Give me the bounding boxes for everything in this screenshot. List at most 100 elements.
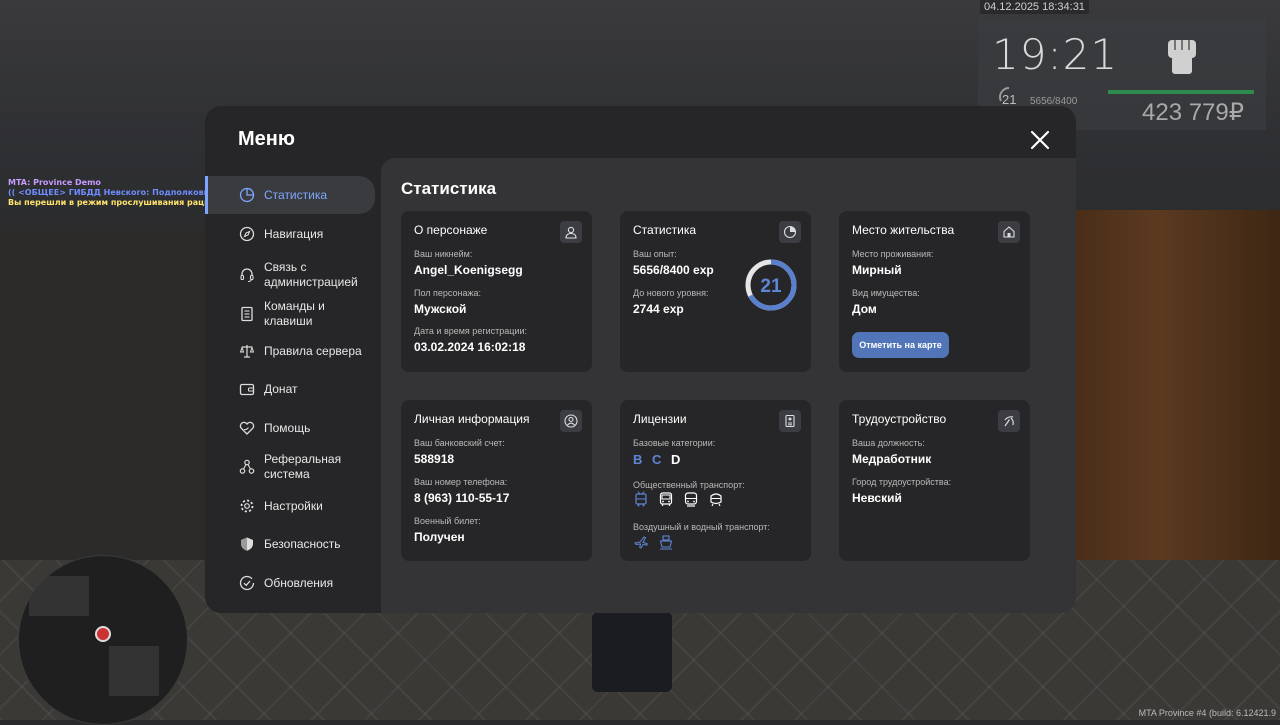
compass-icon [238, 225, 256, 243]
trolleybus-icon [635, 491, 647, 507]
player-marker-icon [95, 626, 111, 642]
close-button[interactable] [1029, 129, 1051, 151]
property-type-value: Дом [852, 302, 877, 316]
card-character: О персонаже Ваш никнейм: Angel_Koenigseg… [401, 211, 592, 372]
sidebar-item-rules[interactable]: Правила сервера [205, 341, 375, 361]
sidebar-item-security[interactable]: Безопасность [205, 534, 375, 554]
ship-icon [659, 535, 673, 550]
minimap-block [29, 576, 89, 616]
card-title: Личная информация [414, 412, 530, 426]
sidebar-item-label: Реферальная система [264, 452, 342, 481]
military-value: Получен [414, 530, 465, 544]
card-title: Статистика [633, 223, 697, 237]
air-water-transport-label: Воздушный и водный транспорт: [633, 522, 770, 532]
page-title: Статистика [401, 179, 497, 198]
air-water-transport-icons [633, 534, 674, 550]
card-residence: Место жительства Место проживания: Мирны… [839, 211, 1030, 372]
content-panel: Статистика О персонаже Ваш никнейм: Ange… [381, 158, 1076, 613]
hud-clock: 19:21 [992, 30, 1119, 79]
card-title: Трудоустройство [852, 412, 947, 426]
sidebar-item-referral[interactable]: Реферальная система [205, 450, 375, 484]
sidebar-item-label: Связь с администрацией [264, 260, 358, 289]
public-transport-label: Общественный транспорт: [633, 480, 745, 490]
heart-hand-icon [238, 419, 256, 437]
gear-icon [238, 497, 256, 515]
job-city-label: Город трудоустройства: [852, 477, 952, 487]
menu-title: Меню [238, 128, 295, 150]
residence-label: Место проживания: [852, 249, 934, 259]
scales-icon [238, 342, 256, 360]
property-type-label: Вид имущества: [852, 288, 920, 298]
position-label: Ваша должность: [852, 438, 925, 448]
sidebar-item-label: Команды и клавиши [264, 299, 325, 328]
sidebar-item-settings[interactable]: Настройки [205, 496, 375, 516]
sidebar-item-label: Настройки [264, 498, 323, 513]
card-title: О персонаже [414, 223, 488, 237]
exp-label: Ваш опыт: [633, 249, 677, 259]
position-value: Медработник [852, 452, 932, 466]
sidebar-item-updates[interactable]: Обновления [205, 573, 375, 593]
card-title: Лицензии [633, 412, 687, 426]
tram-icon [684, 492, 698, 507]
minimap [18, 555, 188, 725]
sidebar-item-label: Донат [264, 381, 298, 396]
exp-value: 5656/8400 exp [633, 263, 714, 277]
bus-icon [659, 492, 673, 506]
home-icon [998, 221, 1020, 243]
pie-chart-icon [779, 221, 801, 243]
sidebar-item-label: Статистика [264, 187, 328, 202]
license-category-c: C [652, 452, 662, 467]
airplane-icon [634, 536, 648, 549]
user-circle-icon [560, 410, 582, 432]
sidebar-item-donate[interactable]: Донат [205, 379, 375, 399]
document-icon [238, 305, 256, 323]
license-category-b: B [633, 452, 643, 467]
sidebar-item-label: Правила сервера [264, 343, 362, 358]
registration-label: Дата и время регистрации: [414, 326, 527, 336]
sidebar-item-commands[interactable]: Команды и клавиши [205, 297, 375, 331]
check-circle-icon [238, 574, 256, 592]
base-categories-label: Базовые категории: [633, 438, 716, 448]
card-employment: Трудоустройство Ваша должность: Медработ… [839, 400, 1030, 561]
sidebar-item-admin-contact[interactable]: Связь с администрацией [205, 258, 375, 292]
card-personal: Личная информация Ваш банковский счет: 5… [401, 400, 592, 561]
public-transport-icons [633, 491, 724, 507]
headset-icon [238, 266, 256, 284]
level-progress-ring: 21 [745, 259, 797, 311]
metro-icon [710, 493, 722, 507]
next-level-value: 2744 exp [633, 302, 684, 316]
level-value: 21 [760, 276, 782, 297]
nickname-label: Ваш никнейм: [414, 249, 473, 259]
phone-label: Ваш номер телефона: [414, 477, 508, 487]
sidebar-item-label: Помощь [264, 420, 311, 435]
referral-icon [238, 458, 256, 476]
card-title: Место жительства [852, 223, 955, 237]
wallet-icon [238, 380, 256, 398]
gender-label: Пол персонажа: [414, 288, 482, 298]
nickname-value: Angel_Koenigsegg [414, 263, 523, 277]
sidebar-item-navigation[interactable]: Навигация [205, 224, 375, 244]
menu-window: Меню Статистика Навигация Связь с админи… [205, 106, 1076, 613]
player-character [592, 612, 672, 692]
registration-value: 03.02.2024 16:02:18 [414, 340, 526, 354]
bank-account-value: 588918 [414, 452, 455, 466]
fist-icon [1162, 34, 1202, 78]
pickaxe-icon [998, 410, 1020, 432]
card-statistics: Статистика Ваш опыт: 5656/8400 exp До но… [620, 211, 811, 372]
chart-icon [238, 186, 256, 204]
sidebar-item-help[interactable]: Помощь [205, 418, 375, 438]
sidebar-item-label: Безопасность [264, 536, 341, 551]
user-icon [560, 221, 582, 243]
hud-money: 423 779₽ [1142, 99, 1245, 126]
build-info: MTA Province #4 (build: 6.12421.9 [1138, 708, 1276, 718]
sidebar-item-statistics[interactable]: Статистика [205, 176, 375, 214]
license-categories: B C D [633, 452, 686, 467]
gender-value: Мужской [414, 302, 467, 316]
mark-on-map-button[interactable]: Отметить на карте [852, 332, 949, 358]
phone-value: 8 (963) 110-55-17 [414, 491, 510, 505]
hud-datetime: 04.12.2025 18:34:31 [980, 0, 1089, 14]
bank-account-label: Ваш банковский счет: [414, 438, 505, 448]
card-licenses: Лицензии Базовые категории: B C D Общест… [620, 400, 811, 561]
close-icon [1030, 130, 1050, 150]
military-label: Военный билет: [414, 516, 481, 526]
